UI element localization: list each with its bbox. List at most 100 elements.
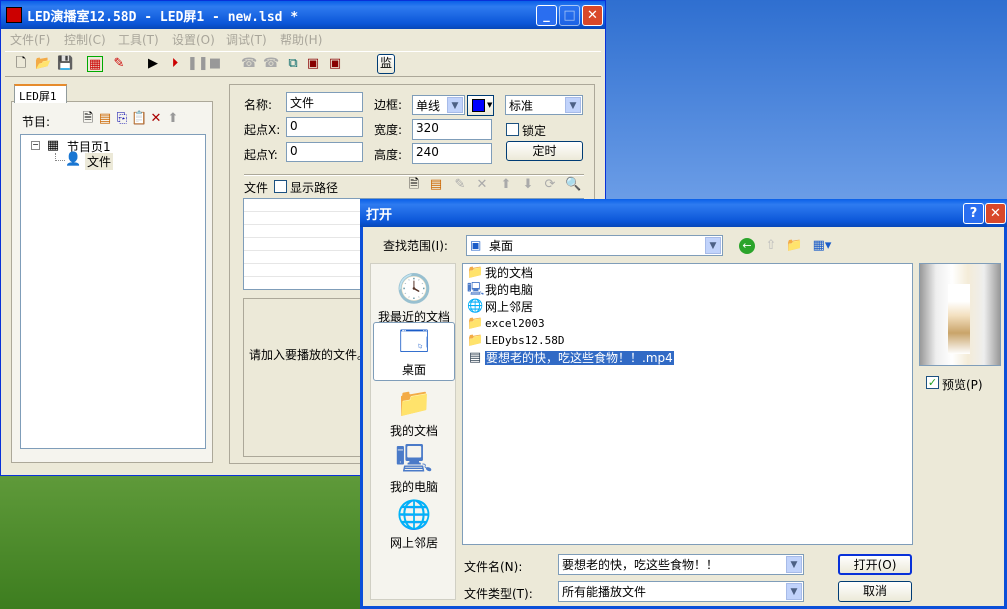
edit-icon[interactable]: ✎ (111, 56, 127, 72)
close-button[interactable]: ✕ (582, 5, 603, 26)
copy-icon[interactable]: ⎘ (114, 111, 130, 127)
paste-icon[interactable]: 📋 (131, 111, 147, 127)
maximize-button[interactable]: □ (559, 5, 580, 26)
menu-settings[interactable]: 设置(O) (172, 31, 215, 48)
main-title-bar[interactable]: LED演播室12.58D - LED屏1 - new.lsd * (1, 1, 605, 29)
file-item-network[interactable]: 🌐 网上邻居 (467, 299, 533, 315)
desktop-icon: ▣ (470, 238, 482, 252)
add-file-icon[interactable]: 🗎 (406, 177, 422, 193)
unlock-screen-icon[interactable]: ▣ (327, 56, 343, 72)
collapse-icon[interactable]: − (31, 141, 40, 150)
preview-thumb-detail (948, 284, 970, 354)
x-input[interactable]: 0 (286, 117, 363, 137)
app-icon (6, 7, 22, 23)
chevron-down-icon[interactable]: ▼ (447, 97, 463, 113)
tab-led-screen[interactable]: LED屏1 (14, 84, 67, 103)
file-name: 我的文档 (485, 266, 534, 280)
folder-icon: 📁 (467, 333, 484, 348)
filename-combo[interactable]: 要想老的快，吃这些食物！！ ▼ (558, 554, 804, 575)
width-input[interactable]: 320 (412, 119, 492, 140)
remove-file-icon[interactable]: ✕ (474, 177, 490, 193)
view-menu-icon[interactable]: ▦▾ (810, 238, 834, 254)
preview-image (919, 263, 1001, 366)
place-recent[interactable]: 🕓 我最近的文档 (373, 270, 455, 325)
chevron-down-icon[interactable]: ▼ (705, 237, 721, 254)
play-step-icon[interactable]: ⏵ (167, 56, 183, 72)
place-my-computer[interactable]: 🖳 我的电脑 (373, 440, 455, 495)
save-icon[interactable]: 💾 (57, 56, 73, 72)
border-select[interactable]: 单线 ▼ (412, 95, 465, 115)
place-network[interactable]: 🌐 网上邻居 (373, 496, 455, 551)
lock-checkbox[interactable] (506, 123, 519, 136)
minimize-button[interactable]: _ (536, 5, 557, 26)
connect-icon[interactable]: ☎ (241, 56, 257, 72)
refresh-icon[interactable]: ⟳ (542, 177, 558, 193)
pause-icon[interactable]: ❚❚ (187, 56, 209, 72)
file-up-icon[interactable]: ⬆ (498, 177, 514, 193)
preview-checkbox[interactable]: ✓ (926, 376, 939, 389)
dialog-title-bar[interactable]: 打开 (360, 199, 1007, 227)
screen-icon[interactable]: ▦ (87, 56, 103, 72)
file-item-excel2003[interactable]: 📁 excel2003 (467, 316, 545, 332)
chevron-down-icon[interactable]: ▼ (565, 97, 581, 113)
style-value: 标准 (509, 99, 534, 113)
file-browser: 📁 我的文档 🖳我的电脑 🌐 网上邻居 📁 excel2003 📁 LEDybs12.5… (462, 263, 913, 545)
stop-icon[interactable]: ■ (207, 56, 223, 72)
menu-file[interactable]: 文件(F) (10, 31, 50, 48)
up-folder-icon[interactable]: ⇧ (763, 238, 779, 254)
file-down-icon[interactable]: ⬇ (520, 177, 536, 193)
file-item-my-documents[interactable]: 📁 我的文档 (467, 265, 533, 281)
y-input[interactable]: 0 (286, 142, 363, 162)
dropdown-arrow-icon: ▼ (487, 101, 493, 109)
new-icon[interactable]: 🗋 (13, 56, 29, 72)
place-desktop[interactable]: 🗔 桌面 (373, 322, 455, 381)
disconnect-icon[interactable]: ☎ (263, 56, 279, 72)
timer-button[interactable]: 定时 (506, 141, 583, 161)
help-button[interactable]: ? (963, 203, 984, 224)
network-icon[interactable]: ⧉ (285, 56, 301, 72)
lock-screen-icon[interactable]: ▣ (305, 56, 321, 72)
chevron-down-icon[interactable]: ▼ (786, 583, 802, 600)
name-input[interactable]: 文件 (286, 92, 363, 112)
file-item-video[interactable]: ▤ 要想老的快，吃这些食物！！.mp4 (467, 350, 674, 366)
filetype-combo[interactable]: 所有能播放文件 ▼ (558, 581, 804, 602)
add-media-icon[interactable]: ▤ (428, 177, 444, 193)
open-button[interactable]: 打开(O) (838, 554, 912, 575)
menu-control[interactable]: 控制(C) (64, 31, 106, 48)
new-folder-icon[interactable]: 📁 (786, 238, 802, 254)
back-icon[interactable]: ← (739, 238, 755, 254)
lookin-combo[interactable]: ▣ 桌面 ▼ (466, 235, 723, 256)
open-dialog: 打开 ? ✕ 查找范围(I): ▣ 桌面 ▼ ← ⇧ 📁 ▦▾ 🕓 我最近的文档 🗔 桌… (360, 199, 1007, 609)
open-icon[interactable]: 📂 (35, 56, 51, 72)
height-input[interactable]: 240 (412, 143, 492, 164)
style-select[interactable]: 标准 ▼ (505, 95, 583, 115)
folder-docs-icon: 📁 (467, 265, 484, 280)
menu-help[interactable]: 帮助(H) (280, 31, 322, 48)
edit-file-icon[interactable]: ✎ (452, 177, 468, 193)
monitor-button[interactable]: 监 (377, 54, 395, 74)
menu-tools[interactable]: 工具(T) (118, 31, 159, 48)
show-path-checkbox[interactable] (274, 180, 287, 193)
dialog-close-button[interactable]: ✕ (985, 203, 1006, 224)
tree-item[interactable]: 文件 (85, 153, 114, 170)
hint-text: 请加入要播放的文件。 (249, 348, 370, 362)
place-my-docs[interactable]: 📁 我的文档 (373, 384, 455, 439)
chevron-down-icon[interactable]: ▼ (786, 556, 802, 573)
border-color-button[interactable]: ▼ (467, 95, 494, 116)
filetype-value: 所有能播放文件 (562, 585, 647, 599)
add-page-icon[interactable]: 🗎 (80, 111, 96, 127)
delete-icon[interactable]: ✕ (148, 111, 164, 127)
play-icon[interactable]: ▶ (145, 56, 161, 72)
place-desktop-label: 桌面 (401, 363, 426, 377)
move-up-icon[interactable]: ⬆ (165, 111, 181, 127)
search-icon[interactable]: 🔍 (565, 177, 581, 193)
file-item-my-computer[interactable]: 🖳我的电脑 (467, 282, 533, 298)
menu-debug[interactable]: 调试(T) (226, 31, 267, 48)
add-item-icon[interactable]: ▤ (97, 111, 113, 127)
lookin-label: 查找范围(I): (383, 239, 448, 253)
page-icon: ▦ (46, 138, 60, 153)
file-item-ledybs[interactable]: 📁 LEDybs12.58D (467, 333, 564, 349)
program-tree: − ▦ 节目页1 👤 文件 (20, 134, 206, 449)
cancel-button[interactable]: 取消 (838, 581, 912, 602)
main-title: LED演播室12.58D - LED屏1 - new.lsd * (27, 10, 299, 25)
